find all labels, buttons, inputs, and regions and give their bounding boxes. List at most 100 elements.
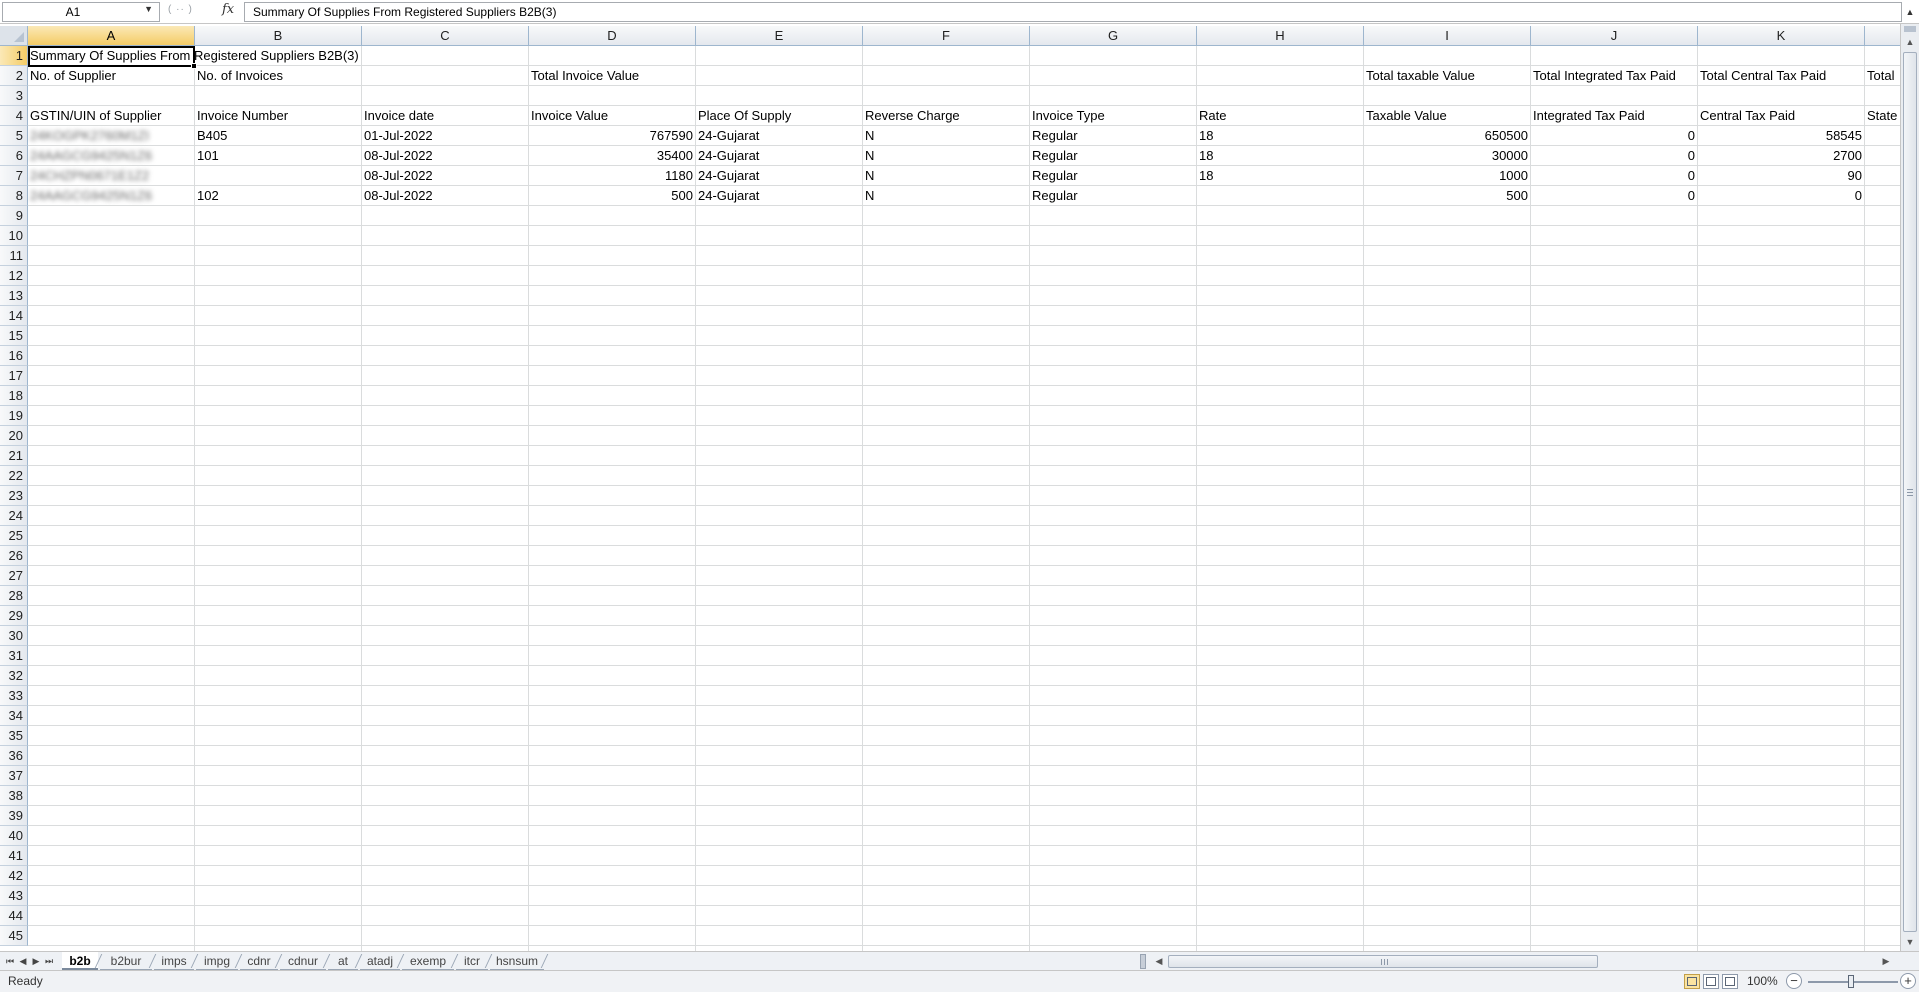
row-header-36[interactable]: 36 bbox=[0, 746, 28, 766]
cell-i8[interactable]: 500 bbox=[1364, 186, 1530, 206]
sheet-tab-cdnur[interactable]: cdnur bbox=[280, 952, 331, 970]
cell-e4[interactable]: Place Of Supply bbox=[696, 106, 793, 126]
row-header-23[interactable]: 23 bbox=[0, 486, 28, 506]
name-box[interactable]: A1 ▼ bbox=[2, 2, 160, 22]
column-header-b[interactable]: B bbox=[195, 26, 362, 46]
first-sheet-icon[interactable]: ⏮ bbox=[4, 954, 16, 969]
cell-h6[interactable]: 18 bbox=[1197, 146, 1215, 166]
scroll-down-icon[interactable]: ▼ bbox=[1901, 934, 1919, 950]
row-header-29[interactable]: 29 bbox=[0, 606, 28, 626]
row-header-9[interactable]: 9 bbox=[0, 206, 28, 226]
cell-b4[interactable]: Invoice Number bbox=[195, 106, 290, 126]
column-header-d[interactable]: D bbox=[529, 26, 696, 46]
horizontal-split-handle[interactable] bbox=[1140, 954, 1146, 969]
page-break-view-button[interactable] bbox=[1722, 974, 1738, 989]
row-header-27[interactable]: 27 bbox=[0, 566, 28, 586]
row-header-7[interactable]: 7 bbox=[0, 166, 28, 186]
cell-d4[interactable]: Invoice Value bbox=[529, 106, 610, 126]
row-header-39[interactable]: 39 bbox=[0, 806, 28, 826]
cell-f7[interactable]: N bbox=[863, 166, 876, 186]
cell-b6[interactable]: 101 bbox=[195, 146, 221, 166]
formula-input[interactable]: Summary Of Supplies From Registered Supp… bbox=[244, 2, 1902, 22]
cell-k4[interactable]: Central Tax Paid bbox=[1698, 106, 1797, 126]
cell-h4[interactable]: Rate bbox=[1197, 106, 1228, 126]
formula-bar-splitter[interactable]: ( ·· ) bbox=[168, 4, 198, 20]
row-header-3[interactable]: 3 bbox=[0, 86, 28, 106]
sheet-tab-exemp[interactable]: exemp bbox=[402, 952, 459, 970]
scroll-right-icon[interactable]: ▶ bbox=[1879, 953, 1893, 970]
row-header-14[interactable]: 14 bbox=[0, 306, 28, 326]
vertical-scrollbar[interactable]: ▲ ▼ bbox=[1900, 24, 1919, 951]
cell-e6[interactable]: 24-Gujarat bbox=[696, 146, 761, 166]
cell-b5[interactable]: B405 bbox=[195, 126, 229, 146]
row-header-20[interactable]: 20 bbox=[0, 426, 28, 446]
row-header-31[interactable]: 31 bbox=[0, 646, 28, 666]
cell-c4[interactable]: Invoice date bbox=[362, 106, 436, 126]
vertical-scroll-thumb[interactable] bbox=[1903, 52, 1917, 932]
column-header-k[interactable]: K bbox=[1698, 26, 1865, 46]
horizontal-scroll-thumb[interactable] bbox=[1168, 955, 1598, 968]
zoom-in-button[interactable]: + bbox=[1900, 973, 1916, 989]
cell-f4[interactable]: Reverse Charge bbox=[863, 106, 962, 126]
row-header-37[interactable]: 37 bbox=[0, 766, 28, 786]
row-header-22[interactable]: 22 bbox=[0, 466, 28, 486]
cell-e5[interactable]: 24-Gujarat bbox=[696, 126, 761, 146]
sheet-tab-imps[interactable]: imps bbox=[154, 952, 199, 970]
zoom-level[interactable]: 100% bbox=[1747, 974, 1778, 988]
cell-k6[interactable]: 2700 bbox=[1698, 146, 1864, 166]
cell-e7[interactable]: 24-Gujarat bbox=[696, 166, 761, 186]
cell-a6[interactable]: 24AAGCG9425N1Z6 bbox=[28, 146, 194, 166]
cell-d5[interactable]: 767590 bbox=[529, 126, 695, 146]
cell-k8[interactable]: 0 bbox=[1698, 186, 1864, 206]
horizontal-scrollbar[interactable]: ◀ ▶ bbox=[1152, 953, 1899, 970]
vertical-split-handle[interactable] bbox=[1904, 26, 1916, 32]
cell-b2[interactable]: No. of Invoices bbox=[195, 66, 285, 86]
cell-f5[interactable]: N bbox=[863, 126, 876, 146]
prev-sheet-icon[interactable]: ◀ bbox=[17, 954, 29, 969]
select-all-button[interactable] bbox=[0, 26, 28, 46]
row-header-16[interactable]: 16 bbox=[0, 346, 28, 366]
cell-a2[interactable]: No. of Supplier bbox=[28, 66, 118, 86]
normal-view-button[interactable] bbox=[1684, 974, 1700, 989]
cell-c7[interactable]: 08-Jul-2022 bbox=[362, 166, 435, 186]
row-header-40[interactable]: 40 bbox=[0, 826, 28, 846]
cell-j5[interactable]: 0 bbox=[1531, 126, 1697, 146]
cell-g5[interactable]: Regular bbox=[1030, 126, 1080, 146]
cell-a1[interactable]: Summary Of Supplies From Registered Supp… bbox=[28, 46, 361, 66]
row-header-18[interactable]: 18 bbox=[0, 386, 28, 406]
last-sheet-icon[interactable]: ⏭ bbox=[43, 954, 55, 969]
row-header-4[interactable]: 4 bbox=[0, 106, 28, 126]
cell-j8[interactable]: 0 bbox=[1531, 186, 1697, 206]
cell-e8[interactable]: 24-Gujarat bbox=[696, 186, 761, 206]
cell-d8[interactable]: 500 bbox=[529, 186, 695, 206]
chevron-down-icon[interactable]: ▼ bbox=[144, 4, 153, 14]
scroll-left-icon[interactable]: ◀ bbox=[1152, 953, 1166, 970]
row-header-32[interactable]: 32 bbox=[0, 666, 28, 686]
row-header-24[interactable]: 24 bbox=[0, 506, 28, 526]
cell-k7[interactable]: 90 bbox=[1698, 166, 1864, 186]
sheet-tab-b2bur[interactable]: b2bur bbox=[100, 952, 157, 970]
sheet-tab-b2b[interactable]: b2b bbox=[62, 952, 103, 970]
cell-j4[interactable]: Integrated Tax Paid bbox=[1531, 106, 1647, 126]
zoom-out-button[interactable]: − bbox=[1786, 973, 1802, 989]
column-header-l[interactable]: L bbox=[1865, 26, 1900, 46]
sheet-tab-itcr[interactable]: itcr bbox=[456, 952, 493, 970]
row-header-43[interactable]: 43 bbox=[0, 886, 28, 906]
cell-i2[interactable]: Total taxable Value bbox=[1364, 66, 1477, 86]
row-header-13[interactable]: 13 bbox=[0, 286, 28, 306]
insert-function-icon[interactable]: fx bbox=[222, 2, 234, 17]
column-header-h[interactable]: H bbox=[1197, 26, 1364, 46]
cell-b8[interactable]: 102 bbox=[195, 186, 221, 206]
row-header-5[interactable]: 5 bbox=[0, 126, 28, 146]
row-header-30[interactable]: 30 bbox=[0, 626, 28, 646]
row-header-33[interactable]: 33 bbox=[0, 686, 28, 706]
sheet-tab-impg[interactable]: impg bbox=[196, 952, 243, 970]
cell-g6[interactable]: Regular bbox=[1030, 146, 1080, 166]
chevron-down-icon[interactable]: ▲ bbox=[1903, 2, 1917, 22]
cell-k5[interactable]: 58545 bbox=[1698, 126, 1864, 146]
cell-h5[interactable]: 18 bbox=[1197, 126, 1215, 146]
cell-area[interactable]: Summary Of Supplies From Registered Supp… bbox=[28, 46, 1900, 951]
next-sheet-icon[interactable]: ▶ bbox=[30, 954, 42, 969]
cell-l4[interactable]: State bbox=[1865, 106, 1900, 126]
row-header-26[interactable]: 26 bbox=[0, 546, 28, 566]
